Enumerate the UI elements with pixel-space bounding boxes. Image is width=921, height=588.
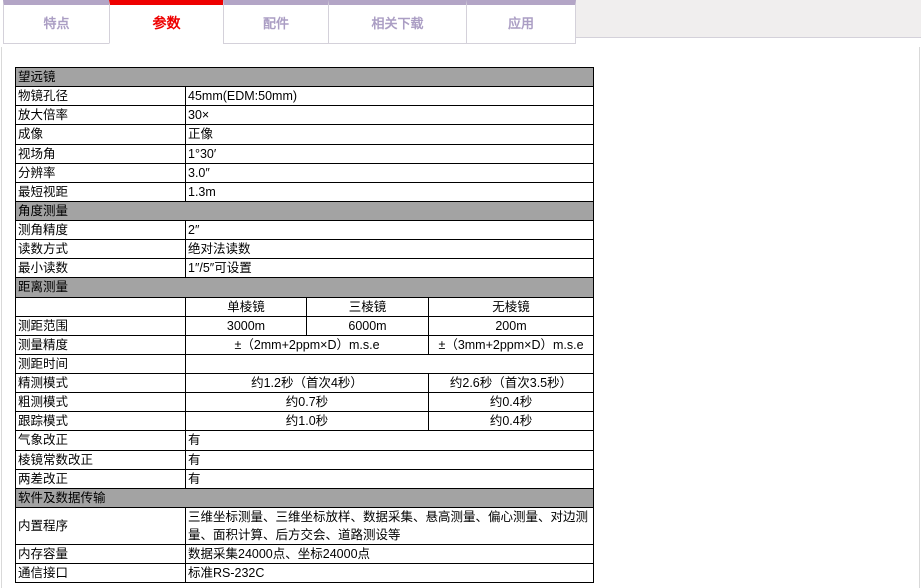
table-row: 测距时间: [16, 354, 594, 373]
table-row: 角度测量: [16, 201, 594, 220]
row-label: 测距范围: [16, 316, 186, 335]
row-value: 约1.2秒（首次4秒）: [186, 374, 429, 393]
row-label: 成像: [16, 125, 186, 144]
row-label: 物镜孔径: [16, 87, 186, 106]
table-row: 最短视距1.3m: [16, 182, 594, 201]
table-row: 内置程序三维坐标测量、三维坐标放样、数据采集、悬高测量、偏心测量、对边测量、面积…: [16, 507, 594, 544]
spec-table: 望远镜物镜孔径45mm(EDM:50mm)放大倍率30×成像正像视场角1°30′…: [15, 67, 594, 583]
row-value: [186, 354, 594, 373]
table-row: 跟踪模式约1.0秒约0.4秒: [16, 412, 594, 431]
tab-features-label: 特点: [43, 16, 69, 31]
row-label: 视场角: [16, 144, 186, 163]
row-value: 标准RS-232C: [186, 564, 594, 583]
table-row: 棱镜常数改正有: [16, 450, 594, 469]
row-value: ±（2mm+2ppm×D）m.s.e: [186, 335, 429, 354]
row-label: 分辨率: [16, 163, 186, 182]
parameters-panel: 望远镜物镜孔径45mm(EDM:50mm)放大倍率30×成像正像视场角1°30′…: [1, 47, 920, 588]
tab-strip-filler: [576, 0, 921, 38]
table-row: 距离测量: [16, 278, 594, 297]
row-label: [16, 297, 186, 316]
row-value: 3000m: [186, 316, 307, 335]
table-row: 测量精度±（2mm+2ppm×D）m.s.e±（3mm+2ppm×D）m.s.e: [16, 335, 594, 354]
row-label: 内存容量: [16, 545, 186, 564]
spec-table-body: 望远镜物镜孔径45mm(EDM:50mm)放大倍率30×成像正像视场角1°30′…: [16, 68, 594, 583]
tab-downloads[interactable]: 相关下载: [328, 0, 467, 44]
row-value: 45mm(EDM:50mm): [186, 87, 594, 106]
table-row: 放大倍率30×: [16, 106, 594, 125]
row-label: 精测模式: [16, 374, 186, 393]
table-row: 最小读数1″/5″可设置: [16, 259, 594, 278]
section-header: 望远镜: [16, 68, 594, 87]
row-value: 约2.6秒（首次3.5秒）: [429, 374, 594, 393]
row-value: 无棱镜: [429, 297, 594, 316]
row-label: 测距时间: [16, 354, 186, 373]
row-label: 通信接口: [16, 564, 186, 583]
row-label: 粗测模式: [16, 393, 186, 412]
table-row: 读数方式绝对法读数: [16, 240, 594, 259]
section-header: 角度测量: [16, 201, 594, 220]
row-label: 放大倍率: [16, 106, 186, 125]
row-label: 棱镜常数改正: [16, 450, 186, 469]
section-header: 软件及数据传输: [16, 488, 594, 507]
table-row: 软件及数据传输: [16, 488, 594, 507]
row-value: 三维坐标测量、三维坐标放样、数据采集、悬高测量、偏心测量、对边测量、面积计算、后…: [186, 507, 594, 544]
table-row: 成像正像: [16, 125, 594, 144]
row-value: 约0.7秒: [186, 393, 429, 412]
table-row: 物镜孔径45mm(EDM:50mm): [16, 87, 594, 106]
table-row: 通信接口标准RS-232C: [16, 564, 594, 583]
row-value: ±（3mm+2ppm×D）m.s.e: [429, 335, 594, 354]
row-value: 2″: [186, 221, 594, 240]
table-row: 望远镜: [16, 68, 594, 87]
table-row: 测角精度2″: [16, 221, 594, 240]
row-label: 气象改正: [16, 431, 186, 450]
section-header: 距离测量: [16, 278, 594, 297]
row-value: 30×: [186, 106, 594, 125]
row-value: 三棱镜: [307, 297, 429, 316]
table-row: 粗测模式约0.7秒约0.4秒: [16, 393, 594, 412]
row-value: 绝对法读数: [186, 240, 594, 259]
row-label: 跟踪模式: [16, 412, 186, 431]
table-row: 内存容量数据采集24000点、坐标24000点: [16, 545, 594, 564]
table-row: 精测模式约1.2秒（首次4秒）约2.6秒（首次3.5秒）: [16, 374, 594, 393]
row-value: 1″/5″可设置: [186, 259, 594, 278]
row-value: 6000m: [307, 316, 429, 335]
row-value: 数据采集24000点、坐标24000点: [186, 545, 594, 564]
row-value: 1°30′: [186, 144, 594, 163]
tab-applications[interactable]: 应用: [466, 0, 576, 44]
tab-accessories[interactable]: 配件: [223, 0, 329, 44]
row-value: 约1.0秒: [186, 412, 429, 431]
row-label: 读数方式: [16, 240, 186, 259]
tab-strip: 特点 参数 配件 相关下载 应用: [0, 0, 921, 47]
row-value: 正像: [186, 125, 594, 144]
table-row: 视场角1°30′: [16, 144, 594, 163]
table-row: 单棱镜三棱镜无棱镜: [16, 297, 594, 316]
table-row: 测距范围3000m6000m200m: [16, 316, 594, 335]
row-value: 有: [186, 431, 594, 450]
tab-applications-label: 应用: [508, 16, 534, 31]
row-label: 最短视距: [16, 182, 186, 201]
row-label: 内置程序: [16, 507, 186, 544]
table-row: 分辨率3.0″: [16, 163, 594, 182]
row-value: 1.3m: [186, 182, 594, 201]
row-value: 有: [186, 469, 594, 488]
tab-parameters[interactable]: 参数: [109, 0, 224, 44]
row-value: 约0.4秒: [429, 393, 594, 412]
table-row: 气象改正有: [16, 431, 594, 450]
row-value: 单棱镜: [186, 297, 307, 316]
tab-accessories-label: 配件: [263, 16, 289, 31]
row-value: 约0.4秒: [429, 412, 594, 431]
tab-downloads-label: 相关下载: [371, 16, 423, 31]
row-label: 最小读数: [16, 259, 186, 278]
tab-features[interactable]: 特点: [3, 0, 110, 44]
row-value: 有: [186, 450, 594, 469]
row-label: 测角精度: [16, 221, 186, 240]
row-label: 测量精度: [16, 335, 186, 354]
row-label: 两差改正: [16, 469, 186, 488]
row-value: 200m: [429, 316, 594, 335]
table-row: 两差改正有: [16, 469, 594, 488]
tab-parameters-label: 参数: [153, 15, 181, 31]
row-value: 3.0″: [186, 163, 594, 182]
